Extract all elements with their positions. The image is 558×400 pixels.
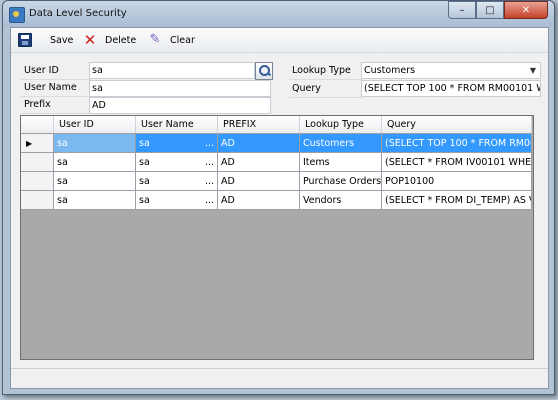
table-row[interactable]: sa sa... AD Purchase Orders POP10100: [21, 172, 532, 191]
delete-button[interactable]: ✕ Delete: [83, 31, 137, 49]
ellipsis-button[interactable]: ...: [205, 134, 214, 152]
cell-user-id[interactable]: sa: [54, 153, 136, 172]
minimize-icon: –: [459, 4, 465, 16]
user-name-label: User Name: [21, 80, 91, 97]
cell-lookup-type[interactable]: Items: [300, 153, 382, 172]
cell-lookup-type[interactable]: Customers: [300, 134, 382, 153]
save-icon: [18, 33, 32, 47]
client-area: Save ✕ Delete ✎ Clear User ID sa User Na…: [10, 27, 549, 389]
cell-user-name-value: sa: [139, 157, 150, 168]
cell-user-id[interactable]: sa: [54, 134, 136, 153]
lookup-button[interactable]: [255, 62, 273, 80]
close-button[interactable]: ✕: [504, 1, 548, 19]
cell-prefix[interactable]: AD: [218, 172, 300, 191]
user-id-label: User ID: [21, 63, 91, 80]
title-bar[interactable]: Data Level Security – □ ✕: [3, 1, 554, 27]
user-name-field[interactable]: sa: [89, 80, 271, 97]
row-selector[interactable]: [21, 153, 54, 172]
cell-user-name-value: sa: [139, 138, 150, 149]
ellipsis-button[interactable]: ...: [205, 172, 214, 190]
delete-label: Delete: [105, 34, 137, 46]
cell-user-id[interactable]: sa: [54, 191, 136, 210]
app-icon: [9, 7, 25, 23]
cell-user-id[interactable]: sa: [54, 172, 136, 191]
ellipsis-button[interactable]: ...: [205, 153, 214, 171]
lookup-type-dropdown[interactable]: Customers ▼: [361, 62, 541, 79]
close-icon: ✕: [521, 4, 531, 16]
row-selector[interactable]: [21, 172, 54, 191]
clear-label: Clear: [170, 34, 195, 46]
row-selector[interactable]: [21, 191, 54, 210]
security-grid[interactable]: User ID User Name PREFIX Lookup Type Que…: [20, 115, 534, 360]
cell-prefix[interactable]: AD: [218, 153, 300, 172]
user-id-field[interactable]: sa: [89, 62, 255, 79]
table-row[interactable]: sa sa... AD Vendors (SELECT * FROM DI_TE…: [21, 191, 532, 210]
cell-user-name-value: sa: [139, 195, 150, 206]
prefix-label: Prefix: [21, 97, 91, 114]
table-row[interactable]: sa sa... AD Items (SELECT * FROM IV00101…: [21, 153, 532, 172]
save-label: Save: [50, 34, 74, 46]
prefix-field[interactable]: AD: [89, 97, 271, 114]
column-header-user-id[interactable]: User ID: [54, 116, 136, 133]
cell-lookup-type[interactable]: Vendors: [300, 191, 382, 210]
row-header-corner: [21, 116, 54, 133]
cell-lookup-type[interactable]: Purchase Orders: [300, 172, 382, 191]
row-selector[interactable]: ▶: [21, 134, 54, 153]
lookup-type-label: Lookup Type: [289, 63, 362, 80]
cell-user-name-value: sa: [139, 176, 150, 187]
clear-icon: ✎: [149, 32, 161, 47]
cell-query[interactable]: POP10100: [382, 172, 532, 191]
table-row[interactable]: ▶ sa sa... AD Customers (SELECT TOP 100 …: [21, 134, 532, 153]
ellipsis-button[interactable]: ...: [205, 191, 214, 209]
cell-user-name[interactable]: sa...: [136, 134, 218, 153]
column-header-user-name[interactable]: User Name: [136, 116, 218, 133]
column-header-lookup-type[interactable]: Lookup Type: [300, 116, 382, 133]
grid-header: User ID User Name PREFIX Lookup Type Que…: [21, 116, 532, 134]
maximize-icon: □: [485, 4, 495, 16]
status-bar: [11, 368, 548, 388]
cell-user-name[interactable]: sa...: [136, 172, 218, 191]
cell-query[interactable]: (SELECT TOP 100 * FROM RM00...: [382, 134, 532, 153]
cell-user-name[interactable]: sa...: [136, 191, 218, 210]
app-window: Data Level Security – □ ✕ Save ✕ Delete …: [2, 0, 555, 395]
lookup-type-value: Customers: [364, 65, 416, 76]
save-button[interactable]: Save: [18, 31, 73, 49]
cell-query[interactable]: (SELECT * FROM DI_TEMP) AS V...: [382, 191, 532, 210]
query-field[interactable]: (SELECT TOP 100 * FROM RM00101 WHERE: [361, 80, 541, 97]
cell-query[interactable]: (SELECT * FROM IV00101 WHER...: [382, 153, 532, 172]
current-row-icon: ▶: [26, 139, 33, 148]
maximize-button[interactable]: □: [476, 1, 504, 19]
cell-prefix[interactable]: AD: [218, 191, 300, 210]
window-controls: – □ ✕: [448, 1, 548, 19]
toolbar: Save ✕ Delete ✎ Clear: [11, 28, 548, 53]
cell-prefix[interactable]: AD: [218, 134, 300, 153]
window-title: Data Level Security: [29, 8, 127, 19]
query-label: Query: [289, 81, 362, 98]
chevron-down-icon: ▼: [529, 66, 536, 75]
cell-user-name[interactable]: sa...: [136, 153, 218, 172]
column-header-prefix[interactable]: PREFIX: [218, 116, 300, 133]
minimize-button[interactable]: –: [448, 1, 476, 19]
column-header-query[interactable]: Query: [382, 116, 532, 133]
delete-icon: ✕: [83, 31, 97, 49]
clear-button[interactable]: ✎ Clear: [148, 31, 195, 49]
